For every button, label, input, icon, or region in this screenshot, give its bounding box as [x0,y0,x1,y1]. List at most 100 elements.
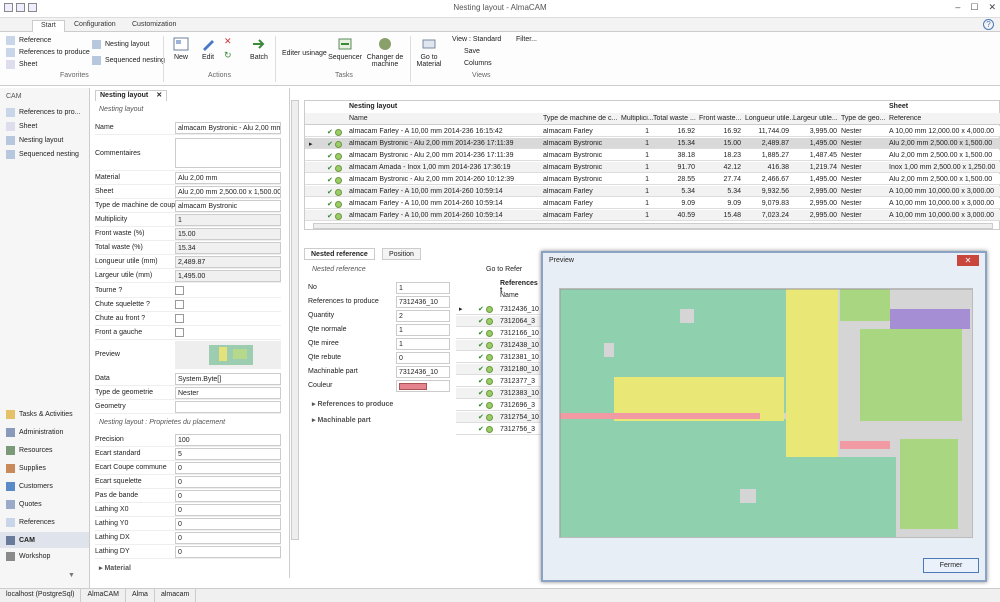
sidebar-item-references[interactable]: References [6,518,55,527]
list-item[interactable]: ✔ 7312064_3 [456,316,542,327]
tab-customization[interactable]: Customization [124,20,184,32]
lathing-y0-field[interactable]: 0 [175,518,281,530]
couleur-field[interactable] [396,380,450,392]
table-row[interactable]: ✔ almacam Bystronic - Alu 2,00 mm 2014-2… [305,174,1000,185]
col-longueur[interactable]: Longueur utile... [745,115,795,122]
precision-field[interactable]: 100 [175,434,281,446]
col-name[interactable]: Name [349,115,368,122]
delete-icon[interactable]: ✕ [224,36,232,47]
list-item[interactable]: ✔ 7312383_10 [456,388,542,399]
geometry-field[interactable] [175,401,281,413]
col-largeur[interactable]: Largeur utile... [793,115,838,122]
ecart-standard-field[interactable]: 5 [175,448,281,460]
list-item[interactable]: ✔ 7312754_10 [456,412,542,423]
tab-position[interactable]: Position [382,248,421,260]
refresh-icon[interactable]: ↻ [224,50,232,61]
material-field[interactable]: Alu 2,00 mm [175,172,281,184]
list-item[interactable]: ✔ 7312696_3 [456,400,542,411]
machinable-part-field[interactable]: 7312436_10 [396,366,450,378]
go-to-material-button[interactable]: Go to Material [414,36,444,68]
name-field[interactable]: almacam Bystronic - Alu 2,00 mm 2014 [175,122,281,134]
table-row[interactable]: ✔ almacam Amada - Inox 1,00 mm 2014-236 … [305,162,1000,173]
table-row[interactable]: ✔ almacam Farley - A 10,00 mm 2014-260 1… [305,198,1000,209]
table-row[interactable]: ✔ almacam Farley - A 10,00 mm 2014-260 1… [305,210,1000,221]
list-item[interactable]: ✔ 7312438_10 [456,340,542,351]
nesting-preview-canvas[interactable] [559,288,973,538]
preview-close-button[interactable]: ✕ [957,255,979,266]
table-row[interactable]: ▸ ✔ almacam Bystronic - Alu 2,00 mm 2014-… [305,138,1000,149]
grid-scrollbar[interactable] [313,223,993,229]
go-to-reference-button[interactable]: Go to Refer [486,266,522,273]
col-multiplicity[interactable]: Multiplici... [621,115,654,122]
new-button[interactable]: New [170,36,192,61]
close-tab-icon[interactable]: ✕ [156,92,162,99]
ecart-coupe-field[interactable]: 0 [175,462,281,474]
sidebar-item-customers[interactable]: Customers [6,482,53,491]
geometry-type-select[interactable]: Nester [175,387,281,399]
lathing-x0-field[interactable]: 0 [175,504,281,516]
tab-configuration[interactable]: Configuration [66,20,124,32]
table-row[interactable]: ✔ almacam Bystronic - Alu 2,00 mm 2014-2… [305,150,1000,161]
favorite-sequenced-nesting[interactable]: Sequenced nesting [92,56,165,65]
favorite-nesting-layout[interactable]: Nesting layout [92,40,149,49]
chute-squelette-checkbox[interactable] [175,300,184,309]
sidebar-item-nesting-layout[interactable]: Nesting layout [6,136,63,145]
qte-miree-field[interactable]: 1 [396,338,450,350]
table-row[interactable]: ✔ almacam Farley - A 10,00 mm 2014-260 1… [305,186,1000,197]
list-item[interactable]: ✔ 7312756_3 [456,424,542,435]
list-item[interactable]: ✔ 7312166_10 [456,328,542,339]
changer-machine-button[interactable]: Changer de machine [366,36,404,68]
sidebar-item-sheet[interactable]: Sheet [6,122,37,131]
sidebar-expand-icon[interactable]: ▼ [68,572,75,579]
data-field[interactable]: System.Byte[] [175,373,281,385]
ecart-squelette-field[interactable]: 0 [175,476,281,488]
sheet-field[interactable]: Alu 2,00 mm 2,500.00 x 1,500.00 [175,186,281,198]
view-selector[interactable]: View : Standard [452,36,501,43]
material-expander[interactable]: ▸ Material [99,564,131,572]
sidebar-item-tasks[interactable]: Tasks & Activities [6,410,73,419]
col-ref-name[interactable]: Name [500,292,519,299]
col-front-waste[interactable]: Front waste... [699,115,741,122]
sidebar-item-references-to-produce[interactable]: References to pro... [6,108,80,117]
qte-rebute-field[interactable]: 0 [396,352,450,364]
sidebar-item-resources[interactable]: Resources [6,446,52,455]
list-item[interactable]: ✔ 7312180_10 [456,364,542,375]
col-total-waste[interactable]: Total waste ... [653,115,696,122]
tourne-checkbox[interactable] [175,286,184,295]
sidebar-item-workshop[interactable]: Workshop [6,552,50,561]
maximize-button[interactable]: ☐ [970,2,978,13]
sidebar-item-supplies[interactable]: Supplies [6,464,46,473]
batch-button[interactable]: Batch [248,36,270,61]
machine-type-field[interactable]: almacam Bystronic [175,200,281,212]
commentaires-field[interactable] [175,138,281,168]
lathing-dy-field[interactable]: 0 [175,546,281,558]
list-item[interactable]: ✔ 7312381_10 [456,352,542,363]
list-item[interactable]: ✔ ▸ 7312436_10 [456,304,542,315]
preview-thumbnail[interactable] [175,341,281,369]
sidebar-item-cam[interactable]: CAM [0,532,89,548]
sequencer-button[interactable]: Sequencer [328,36,362,61]
favorite-reference[interactable]: Reference [6,36,51,45]
pas-bande-field[interactable]: 0 [175,490,281,502]
references-to-produce-expander[interactable]: ▸ References to produce [312,400,393,408]
front-gauche-checkbox[interactable] [175,328,184,337]
fermer-button[interactable]: Fermer [923,558,979,573]
tab-nesting-layout[interactable]: Nesting layout ✕ [95,90,168,101]
list-item[interactable]: ✔ 7312377_3 [456,376,542,387]
col-machine-type[interactable]: Type de machine de c... [543,115,617,122]
tab-nested-reference[interactable]: Nested reference [304,248,375,260]
qte-normale-field[interactable]: 1 [396,324,450,336]
help-icon[interactable]: ? [983,19,994,30]
lathing-dx-field[interactable]: 0 [175,532,281,544]
minimize-button[interactable]: – [955,2,960,13]
machinable-part-expander[interactable]: ▸ Machinable part [312,416,371,424]
quantity-field[interactable]: 2 [396,310,450,322]
favorite-references-to-produce[interactable]: References to produce [6,48,90,57]
table-row[interactable]: ✔ almacam Farley - A 10,00 mm 2014-236 1… [305,126,1000,137]
sidebar-item-administration[interactable]: Administration [6,428,63,437]
tab-start[interactable]: Start [32,20,65,32]
editer-usinage-button[interactable]: Editer usinage [282,50,327,57]
chute-front-checkbox[interactable] [175,314,184,323]
save-view-button[interactable]: Save [464,48,480,55]
sidebar-item-quotes[interactable]: Quotes [6,500,42,509]
